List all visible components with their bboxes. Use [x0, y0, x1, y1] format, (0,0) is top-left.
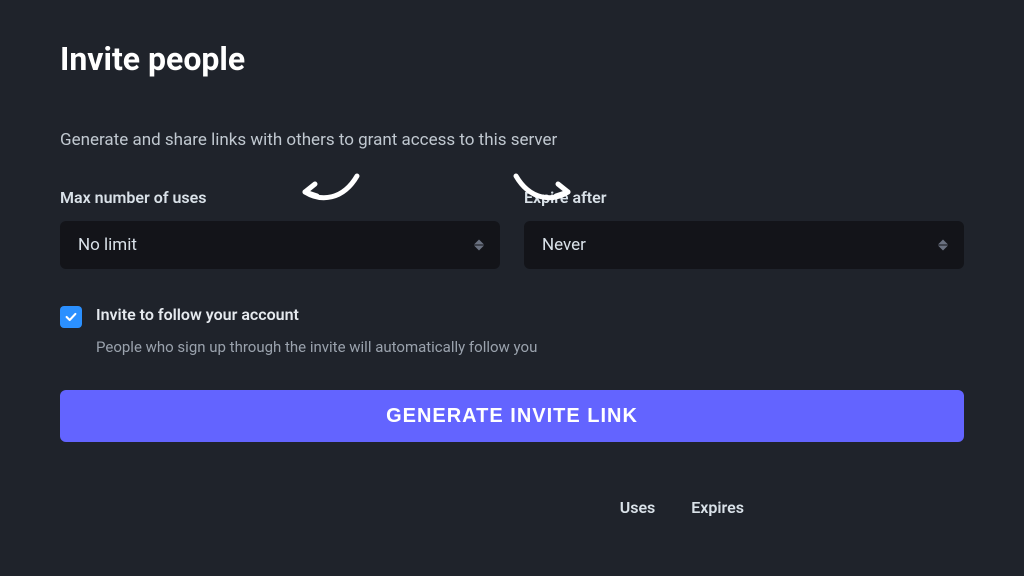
table-header-expires: Expires — [691, 498, 744, 517]
page-title: Invite people — [60, 40, 964, 78]
max-uses-value: No limit — [78, 235, 137, 255]
table-header-uses: Uses — [620, 498, 656, 517]
checkmark-icon — [64, 310, 78, 324]
follow-checkbox-label: Invite to follow your account — [96, 305, 299, 324]
expire-after-label: Expire after — [524, 188, 964, 207]
chevron-updown-icon — [938, 240, 948, 251]
max-uses-select[interactable]: No limit — [60, 221, 500, 269]
page-description: Generate and share links with others to … — [60, 130, 964, 150]
follow-checkbox-row: Invite to follow your account — [60, 305, 964, 328]
expire-after-group: Expire after Never — [524, 188, 964, 269]
chevron-updown-icon — [474, 240, 484, 251]
generate-invite-button[interactable]: GENERATE INVITE LINK — [60, 390, 964, 442]
form-row: Max number of uses No limit Expire after… — [60, 188, 964, 269]
max-uses-label: Max number of uses — [60, 188, 500, 207]
max-uses-group: Max number of uses No limit — [60, 188, 500, 269]
invite-dialog: Invite people Generate and share links w… — [0, 0, 1024, 517]
invites-table-header: Uses Expires — [60, 498, 964, 517]
expire-after-select[interactable]: Never — [524, 221, 964, 269]
expire-after-value: Never — [542, 235, 586, 255]
follow-checkbox-description: People who sign up through the invite wi… — [96, 338, 964, 356]
follow-checkbox[interactable] — [60, 306, 82, 328]
